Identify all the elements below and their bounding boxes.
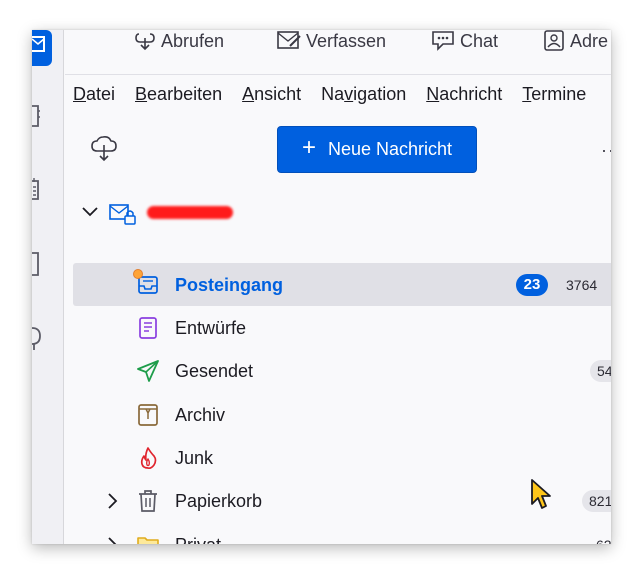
cloud-download-icon (135, 33, 155, 51)
chevron-right-icon[interactable] (105, 492, 121, 510)
menu-file[interactable]: Datei (73, 84, 115, 105)
unified-toolbar: Abrufen Verfassen Chat Adre (65, 30, 611, 75)
space-address-book-icon[interactable] (32, 102, 46, 130)
total-count: 5478 (590, 360, 611, 382)
total-count: 82191 (582, 490, 611, 512)
menu-go[interactable]: Navigation (321, 84, 406, 105)
folder-sent[interactable]: Gesendet 5478 (73, 349, 611, 392)
folder-icon (137, 537, 159, 544)
menu-edit[interactable]: Bearbeiten (135, 84, 222, 105)
folder-inbox[interactable]: Posteingang 23 3764 (73, 263, 611, 306)
write-button[interactable]: Verfassen (277, 30, 386, 52)
spaces-toolbar (32, 30, 64, 544)
folder-private[interactable]: Privat 6216 (73, 523, 611, 544)
drafts-icon (139, 317, 157, 339)
folder-name: Posteingang (175, 275, 284, 295)
sent-icon (137, 360, 159, 382)
get-messages-label: Abrufen (161, 30, 225, 51)
more-options-icon[interactable]: ··· (601, 140, 611, 161)
account-row[interactable] (65, 190, 611, 234)
address-book-label: Adre (570, 30, 609, 51)
folder-name: Gesendet (175, 361, 254, 381)
mouse-pointer-icon (531, 479, 551, 509)
folder-drafts[interactable]: Entwürfe (73, 306, 611, 349)
space-chat-icon[interactable] (32, 324, 46, 352)
new-message-button[interactable]: + Neue Nachricht (277, 126, 477, 173)
total-count: 3764 (566, 277, 598, 293)
folder-archive[interactable]: Archiv (73, 393, 611, 436)
folder-name: Privat (175, 535, 221, 544)
compose-icon (277, 31, 301, 49)
folder-name: Papierkorb (175, 491, 263, 511)
address-book-icon (544, 30, 564, 51)
unread-count-badge: 23 (516, 274, 548, 296)
chat-bubble-icon (432, 31, 454, 51)
chat-button[interactable]: Chat (431, 30, 498, 52)
chat-label: Chat (460, 30, 499, 51)
folder-junk[interactable]: Junk (73, 436, 611, 479)
menu-view[interactable]: Ansicht (242, 84, 301, 105)
space-mail-button[interactable] (32, 30, 52, 66)
junk-flame-icon (140, 447, 157, 470)
redacted-account-name (147, 206, 233, 219)
folder-name: Entwürfe (175, 318, 247, 338)
get-messages-cloud-icon[interactable] (89, 134, 119, 164)
menubar: Datei Bearbeiten Ansicht Navigation Nach… (65, 76, 611, 112)
folder-pane-header: + Neue Nachricht ··· (65, 114, 611, 184)
write-label: Verfassen (306, 30, 387, 51)
space-tasks-icon[interactable] (32, 250, 46, 278)
get-messages-button[interactable]: Abrufen (134, 30, 224, 52)
chevron-down-icon[interactable] (81, 203, 99, 221)
chevron-right-icon[interactable] (105, 536, 121, 544)
plus-icon: + (301, 134, 316, 161)
mail-account-lock-icon (109, 204, 136, 225)
new-message-label: Neue Nachricht (327, 139, 453, 159)
archive-icon (138, 404, 158, 426)
folder-name: Archiv (175, 405, 226, 425)
address-book-button[interactable]: Adre (543, 30, 608, 52)
folder-name: Junk (175, 448, 214, 468)
trash-icon (139, 490, 157, 512)
menu-events[interactable]: Termine (522, 84, 586, 105)
total-count: 6216 (589, 534, 611, 544)
mail-icon (32, 36, 45, 52)
space-calendar-icon[interactable] (32, 176, 46, 204)
menu-message[interactable]: Nachricht (426, 84, 502, 105)
new-mail-dot-icon (133, 269, 143, 279)
thunderbird-window: Abrufen Verfassen Chat Adre Datei Bearbe… (32, 30, 611, 544)
